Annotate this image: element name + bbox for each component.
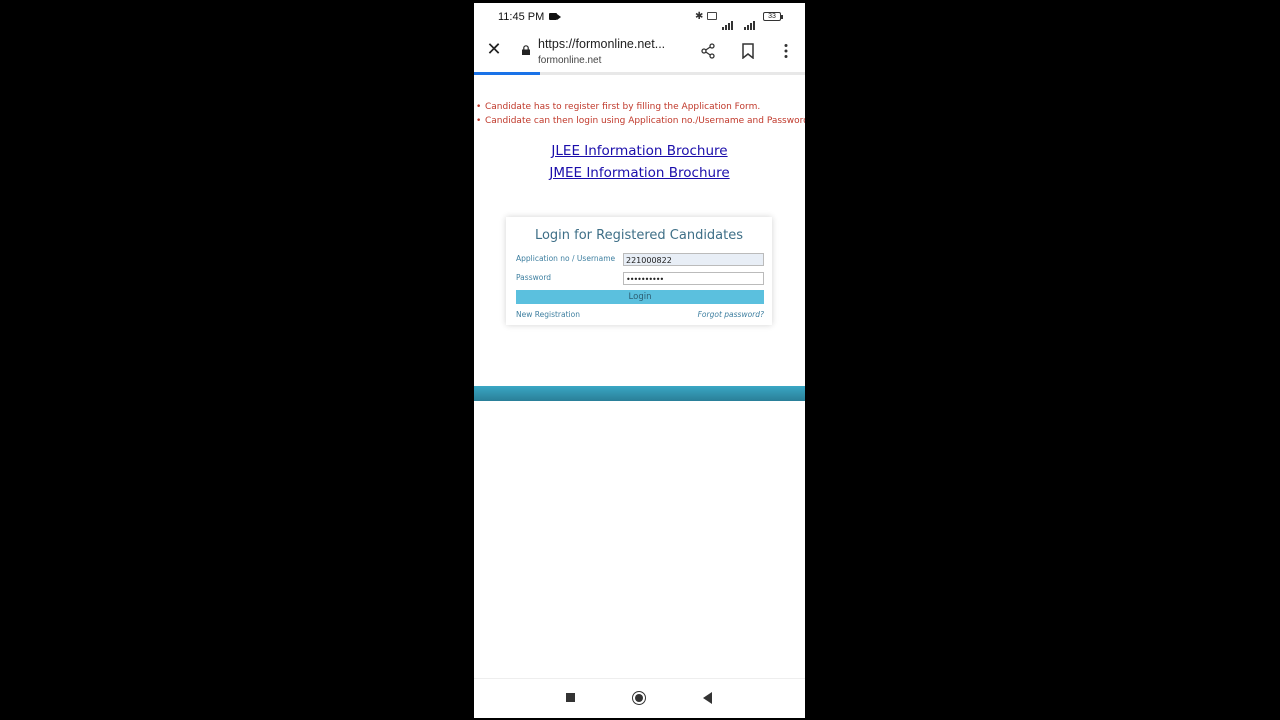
status-time: 11:45 PM — [498, 11, 545, 23]
system-nav-bar — [474, 678, 805, 718]
password-input[interactable]: •••••••••• — [623, 272, 764, 285]
browser-toolbar: ✕ https://formonline.net... formonline.n… — [474, 31, 805, 73]
login-panel: Login for Registered Candidates Applicat… — [506, 217, 772, 325]
note-item: Candidate can then login using Applicati… — [474, 115, 805, 129]
signal-icon — [744, 12, 758, 30]
forgot-password-link[interactable]: Forgot password? — [698, 310, 764, 319]
note-item: Candidate has to register first by filli… — [474, 101, 805, 115]
share-icon[interactable] — [700, 43, 716, 59]
recents-icon[interactable] — [566, 693, 575, 702]
nfc-icon — [707, 12, 717, 20]
bookmark-icon[interactable] — [742, 43, 754, 59]
bluetooth-icon: ✱ — [695, 11, 704, 22]
battery-icon: 33 — [763, 12, 783, 21]
login-title: Login for Registered Candidates — [534, 228, 744, 243]
close-icon[interactable]: ✕ — [486, 40, 502, 58]
new-registration-link[interactable]: New Registration — [516, 310, 580, 319]
status-bar: 11:45 PM ✱ 33 — [474, 3, 805, 31]
jmee-brochure-link[interactable]: JMEE Information Brochure — [474, 165, 805, 181]
login-button[interactable]: Login — [516, 290, 764, 304]
more-vert-icon[interactable] — [783, 43, 789, 59]
page-load-progress — [474, 72, 805, 75]
home-icon[interactable] — [632, 691, 646, 705]
back-icon[interactable] — [703, 692, 712, 704]
application-no-label: Application no / Username — [516, 254, 616, 263]
signal-icon — [722, 12, 738, 30]
instruction-notes: Candidate has to register first by filli… — [474, 101, 805, 129]
phone-screen: 11:45 PM ✱ 33 ✕ https://formonline.net..… — [474, 3, 805, 718]
lock-icon — [522, 45, 530, 55]
footer-band — [474, 386, 805, 401]
password-label: Password — [516, 273, 552, 282]
url-text[interactable]: https://formonline.net... — [538, 37, 688, 51]
jlee-brochure-link[interactable]: JLEE Information Brochure — [474, 143, 805, 159]
video-camera-icon — [549, 13, 561, 20]
domain-text: formonline.net — [538, 55, 602, 66]
page-load-progress-fill — [474, 72, 541, 75]
application-no-input[interactable]: 221000822 — [623, 253, 764, 266]
